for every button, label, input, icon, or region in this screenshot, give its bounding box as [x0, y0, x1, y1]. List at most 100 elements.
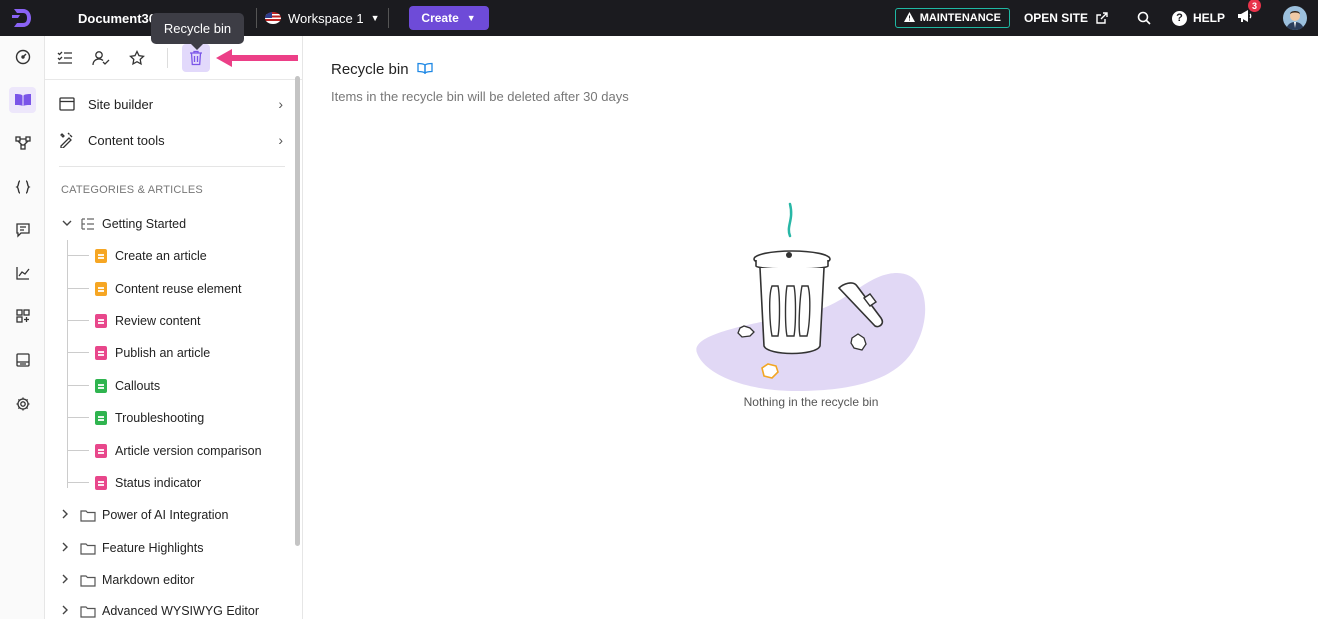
content-tools-menu[interactable]: Content tools › — [45, 123, 295, 157]
rail-workflow[interactable] — [9, 130, 36, 156]
star-icon — [129, 50, 145, 66]
content-tools-icon — [58, 131, 76, 149]
user-check-icon — [92, 51, 110, 66]
tree-connector — [67, 450, 89, 451]
folder-label: Advanced WYSIWYG Editor — [102, 604, 260, 618]
empty-trash-illustration — [696, 202, 926, 391]
book-help-icon[interactable] — [416, 61, 433, 78]
article-item[interactable]: Callouts — [45, 374, 295, 398]
chevron-right-icon — [62, 605, 72, 618]
notifications-button[interactable]: 3 — [1237, 0, 1261, 28]
notification-badge: 3 — [1248, 0, 1261, 12]
categories-section-title: CATEGORIES & ARTICLES — [61, 184, 203, 196]
article-label: Status indicator — [115, 476, 202, 490]
create-button-label: Create — [421, 11, 459, 25]
category-label: Getting Started — [102, 217, 187, 231]
chevron-right-icon — [62, 574, 72, 587]
workflow-nodes-icon — [14, 136, 31, 150]
tree-connector — [67, 482, 89, 483]
rail-api[interactable] — [9, 174, 36, 200]
tree-connector — [67, 352, 89, 353]
tree-connector — [67, 320, 89, 321]
folder-icon — [80, 572, 96, 588]
page-subtitle: Items in the recycle bin will be deleted… — [331, 89, 629, 104]
article-label: Content reuse element — [115, 282, 242, 296]
starred-button[interactable] — [123, 44, 151, 72]
search-icon[interactable] — [1136, 10, 1152, 26]
chevron-right-icon — [62, 509, 72, 522]
article-item[interactable]: Troubleshooting — [45, 406, 295, 430]
chevron-right-icon: › — [278, 96, 283, 112]
article-item[interactable]: Create an article — [45, 244, 295, 268]
article-item[interactable]: Review content — [45, 309, 295, 333]
folder-icon — [80, 507, 96, 523]
article-item[interactable]: Status indicator — [45, 471, 295, 495]
open-site-label: OPEN SITE — [1023, 11, 1088, 25]
document360-logo[interactable] — [0, 0, 44, 36]
dashboard-gauge-icon — [15, 49, 30, 65]
caret-down-icon: ▼ — [466, 13, 476, 23]
left-navigation-rail — [0, 36, 45, 619]
category-folder[interactable]: Feature Highlights — [45, 536, 295, 560]
help-label: HELP — [1192, 11, 1225, 25]
tree-connector — [67, 288, 89, 289]
create-button[interactable]: Create ▼ — [408, 6, 489, 30]
rail-integrations[interactable] — [9, 303, 36, 329]
rail-settings[interactable] — [9, 391, 36, 417]
divider — [387, 8, 389, 28]
article-doc-icon — [95, 444, 107, 458]
external-link-icon — [1094, 10, 1110, 26]
maintenance-button[interactable]: MAINTENANCE — [894, 8, 1010, 28]
folder-icon — [80, 540, 96, 556]
rail-widgets[interactable] — [9, 347, 36, 373]
category-folder[interactable]: Power of AI Integration — [45, 503, 295, 527]
recycle-bin-tooltip: Recycle bin — [151, 13, 244, 50]
article-item[interactable]: Content reuse element — [45, 277, 295, 301]
folder-label: Feature Highlights — [102, 541, 204, 555]
article-doc-icon — [95, 314, 107, 328]
maintenance-label: MAINTENANCE — [919, 12, 1001, 24]
article-label: Publish an article — [115, 346, 211, 360]
workspace-name: Workspace 1 — [288, 10, 364, 26]
sidebar-scrollbar[interactable] — [295, 76, 300, 546]
rail-dashboard[interactable] — [9, 44, 36, 70]
article-item[interactable]: Publish an article — [45, 341, 295, 365]
tree-connector — [67, 385, 89, 386]
my-articles-button[interactable] — [87, 44, 115, 72]
rail-analytics[interactable] — [9, 260, 36, 286]
category-folder[interactable]: Markdown editor — [45, 568, 295, 592]
category-getting-started[interactable]: Getting Started — [45, 212, 295, 236]
article-doc-icon — [95, 411, 107, 425]
article-doc-icon — [95, 249, 107, 263]
article-label: Article version comparison — [115, 444, 262, 458]
article-label: Callouts — [115, 379, 161, 393]
apps-grid-icon — [15, 309, 30, 323]
article-doc-icon — [95, 346, 107, 360]
page-title: Recycle bin — [331, 61, 433, 78]
site-builder-label: Site builder — [88, 96, 154, 112]
article-doc-icon — [95, 282, 107, 296]
category-folder[interactable]: Advanced WYSIWYG Editor — [45, 599, 295, 619]
main-content: Recycle bin Items in the recycle bin wil… — [304, 36, 1318, 619]
article-item[interactable]: Article version comparison — [45, 439, 295, 463]
caret-down-icon: ▼ — [370, 13, 380, 23]
category-list-icon — [80, 216, 96, 232]
open-site-link[interactable]: OPEN SITE — [1024, 10, 1110, 26]
workspace-selector[interactable]: Workspace 1 ▼ — [265, 11, 380, 26]
warning-icon — [903, 11, 915, 25]
site-builder-menu[interactable]: Site builder › — [45, 87, 295, 121]
help-icon: ? — [1171, 10, 1187, 26]
user-avatar[interactable] — [1283, 6, 1307, 30]
trash-icon — [190, 50, 202, 66]
rail-feedback[interactable] — [9, 217, 36, 243]
rail-documentation[interactable] — [9, 87, 36, 113]
article-label: Review content — [115, 314, 201, 328]
content-tools-label: Content tools — [88, 132, 165, 148]
sidebar-divider — [59, 166, 285, 167]
all-articles-button[interactable] — [51, 44, 79, 72]
folder-icon — [80, 603, 96, 619]
help-button[interactable]: ? HELP — [1171, 10, 1225, 26]
toolbar-divider — [167, 48, 168, 68]
tree-connector — [67, 417, 89, 418]
article-doc-icon — [95, 476, 107, 490]
